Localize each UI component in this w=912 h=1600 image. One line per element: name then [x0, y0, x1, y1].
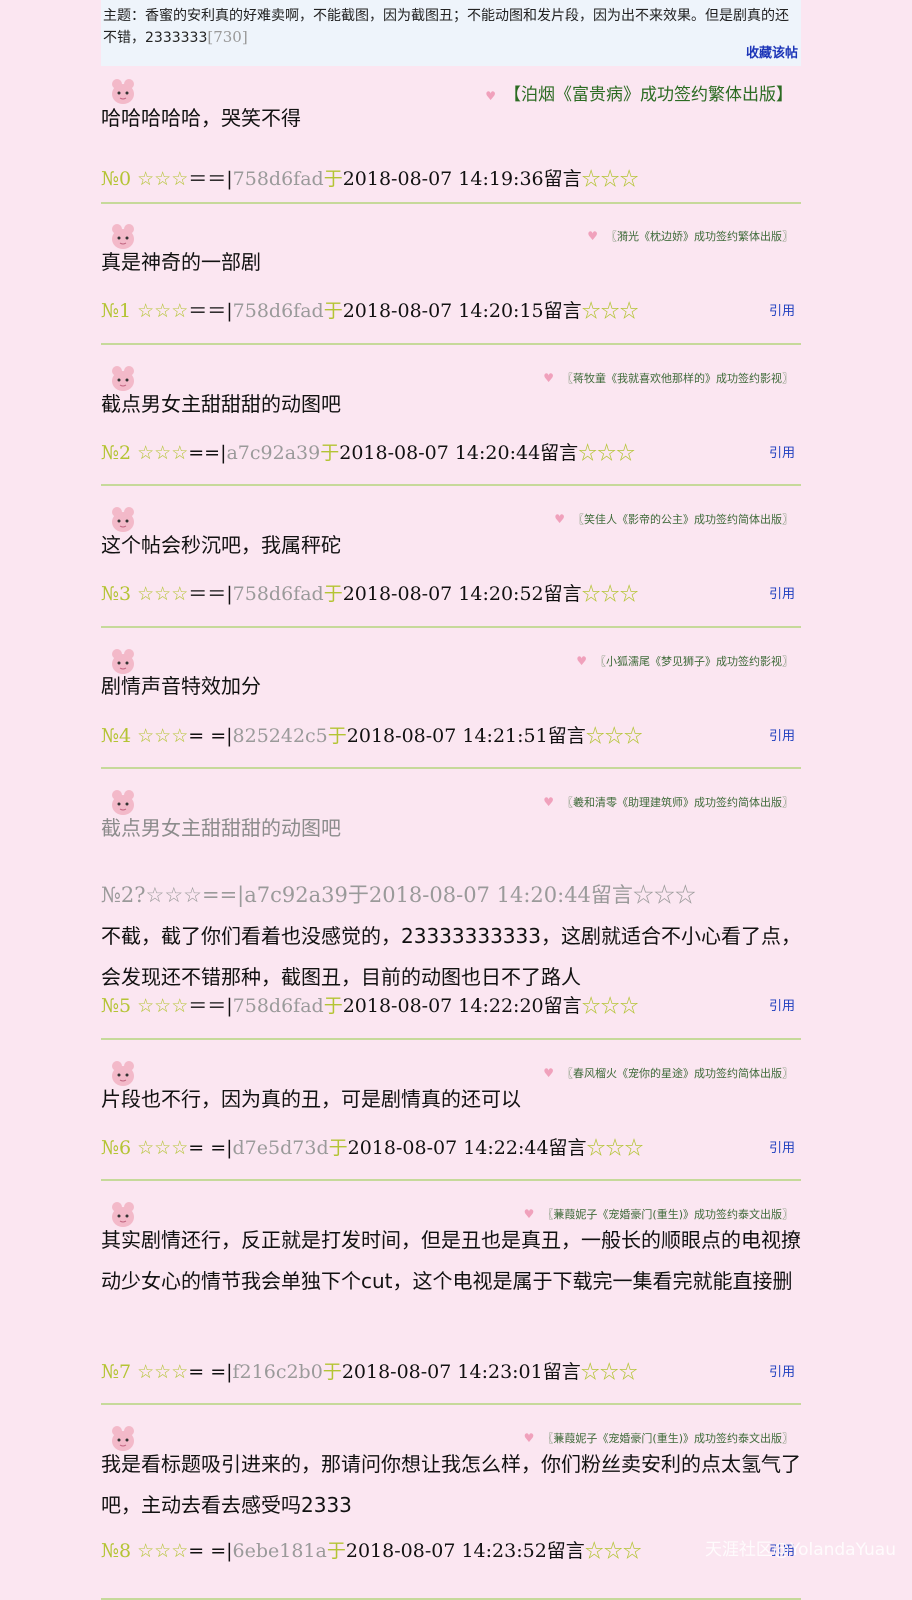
user-id: a7c92a39	[226, 442, 321, 464]
stars-icon: ☆☆☆	[581, 995, 639, 1017]
post-meta: №6 ☆☆☆= =|d7e5d73d于2018-08-07 14:22:44留言…	[101, 1137, 644, 1159]
stars-icon: ☆☆☆	[137, 1540, 189, 1562]
stars-icon: ☆☆☆	[137, 1137, 189, 1159]
reply-count: [730]	[207, 28, 248, 46]
heart-icon: ♥	[523, 1431, 535, 1445]
post-content: 片段也不行，因为真的丑，可是剧情真的还可以	[101, 1087, 521, 1111]
post-meta: №5 ☆☆☆＝＝|758d6fad于2018-08-07 14:22:20留言☆…	[101, 995, 639, 1017]
heart-icon: ♥	[523, 1207, 535, 1221]
user-id: 758d6fad	[232, 995, 324, 1017]
stars-icon: ☆☆☆	[586, 1137, 644, 1159]
post-meta: №8 ☆☆☆= =|6ebe181a于2018-08-07 14:23:52留言…	[101, 1540, 642, 1562]
stars-icon: ☆☆☆	[581, 583, 639, 605]
post: ♥ 〖羲和清零《助理建筑师》成功签约简体出版〗 截点男女主甜甜甜的动图吧 №2?☆☆☆…	[101, 769, 801, 1040]
post-meta: №4 ☆☆☆= =|825242c5于2018-08-07 14:21:51留言…	[101, 725, 643, 747]
post: ♥ 〖蒹葭妮子《宠婚豪门(重生)》成功签约泰文出版〗 我是看标题吸引进来的，那请问你…	[101, 1405, 801, 1600]
quote-reply-button[interactable]: 引用	[769, 1137, 795, 1156]
quoted-meta: №2?☆☆☆==|a7c92a39于2018-08-07 14:20:44留言☆…	[101, 883, 696, 907]
topic-header: 主题：香蜜的安利真的好难卖啊，不能截图，因为截图丑；不能动图和发片段，因为出不来…	[101, 0, 801, 66]
heart-icon: ♥	[543, 1066, 554, 1080]
stars-icon: ☆☆☆	[137, 995, 189, 1017]
stars-icon: ☆☆☆	[137, 583, 189, 605]
post-content: 其实剧情还行，反正就是打发时间，但是丑也是真丑，一般长的顺眼点的电视撩动少女心的…	[101, 1228, 801, 1293]
stars-icon: ☆☆☆	[581, 300, 639, 322]
topic-title: 主题：香蜜的安利真的好难卖啊，不能截图，因为截图丑；不能动图和发片段，因为出不来…	[103, 8, 789, 46]
quoted-content: 截点男女主甜甜甜的动图吧	[101, 816, 341, 840]
user-id: 758d6fad	[232, 300, 324, 322]
stars-icon: ☆☆☆	[584, 1540, 642, 1562]
post-meta: №3 ☆☆☆＝＝|758d6fad于2018-08-07 14:20:52留言☆…	[101, 583, 639, 605]
post-meta: №0 ☆☆☆＝＝|758d6fad于2018-08-07 14:19:36留言☆…	[101, 168, 639, 190]
post-content: 哈哈哈哈哈，哭笑不得	[101, 106, 301, 130]
post: ♥ 〖春风榴火《宠你的星途》成功签约简体出版〗 片段也不行，因为真的丑，可是剧情真的…	[101, 1040, 801, 1181]
heart-icon: ♥	[543, 371, 554, 385]
stars-icon: ☆☆☆	[578, 442, 636, 464]
post-meta: №1 ☆☆☆＝＝|758d6fad于2018-08-07 14:20:15留言☆…	[101, 300, 639, 322]
stars-icon: ☆☆☆	[137, 168, 189, 190]
user-id: f216c2b0	[232, 1361, 323, 1383]
quote-reply-button[interactable]: 引用	[769, 725, 795, 744]
thread-container: 主题：香蜜的安利真的好难卖啊，不能截图，因为截图丑；不能动图和发片段，因为出不来…	[101, 0, 801, 204]
post-content: 不截，截了你们看着也没感觉的，23333333333，这剧就适合不小心看了点，会…	[101, 924, 801, 989]
post: ♥ 〖笑佳人《影帝的公主》成功签约简体出版〗 这个帖会秒沉吧，我属秤砣 №3 ☆☆☆＝…	[101, 486, 801, 628]
post: ♥ 〖蒋牧童《我就喜欢他那样的》成功签约影视〗 截点男女主甜甜甜的动图吧 №2 ☆☆☆…	[101, 345, 801, 486]
stars-icon: ☆☆☆	[581, 168, 639, 190]
stars-icon: ☆☆☆	[137, 442, 189, 464]
post: ♥ 〖小狐濡尾《梦见狮子》成功签约影视〗 剧情声音特效加分 №4 ☆☆☆= =|825…	[101, 628, 801, 769]
post-content: 截点男女主甜甜甜的动图吧	[101, 392, 341, 416]
user-id: 6ebe181a	[232, 1540, 327, 1562]
stars-icon: ☆☆☆	[137, 1361, 189, 1383]
quote-reply-button[interactable]: 引用	[769, 995, 795, 1014]
quote-reply-button[interactable]: 引用	[769, 583, 795, 602]
user-id: 758d6fad	[232, 583, 324, 605]
quote-reply-button[interactable]: 引用	[769, 300, 795, 319]
post-content: 真是神奇的一部剧	[101, 250, 261, 274]
post-content: 剧情声音特效加分	[101, 674, 261, 698]
favorite-button[interactable]: 收藏该帖	[746, 43, 798, 64]
stars-icon: ☆☆☆	[137, 300, 189, 322]
user-id: 758d6fad	[232, 168, 324, 190]
user-id: d7e5d73d	[232, 1137, 329, 1159]
quote-reply-button[interactable]: 引用	[769, 1361, 795, 1380]
heart-icon: ♥	[587, 229, 598, 243]
stars-icon: ☆☆☆	[137, 725, 189, 747]
stars-icon: ☆☆☆	[585, 725, 643, 747]
post-meta: №7 ☆☆☆= =|f216c2b0于2018-08-07 14:23:01留言…	[101, 1361, 638, 1383]
post: ♥ 〖漪光《枕边娇》成功签约繁体出版〗 真是神奇的一部剧 №1 ☆☆☆＝＝|758d6…	[101, 204, 801, 345]
user-id: 825242c5	[232, 725, 328, 747]
heart-icon: ♥	[554, 512, 565, 526]
post: ♥ 〖蒹葭妮子《宠婚豪门(重生)》成功签约泰文出版〗 其实剧情还行，反正就是打发时间…	[101, 1181, 801, 1405]
watermark: 天涯社区@YolandaYuau	[704, 1540, 896, 1560]
post-content: 这个帖会秒沉吧，我属秤砣	[101, 533, 341, 557]
post-content: 我是看标题吸引进来的，那请问你想让我怎么样，你们粉丝卖安利的点太氢气了吧，主动去…	[101, 1452, 801, 1517]
stars-icon: ☆☆☆	[580, 1361, 638, 1383]
heart-icon: ♥	[543, 795, 554, 809]
post: ♥ 【泊烟《富贵病》成功签约繁体出版】 哈哈哈哈哈，哭笑不得 №0 ☆☆☆＝＝|7…	[101, 66, 801, 204]
post-meta: №2 ☆☆☆==|a7c92a39于2018-08-07 14:20:44留言☆…	[101, 442, 636, 464]
quote-reply-button[interactable]: 引用	[769, 442, 795, 461]
